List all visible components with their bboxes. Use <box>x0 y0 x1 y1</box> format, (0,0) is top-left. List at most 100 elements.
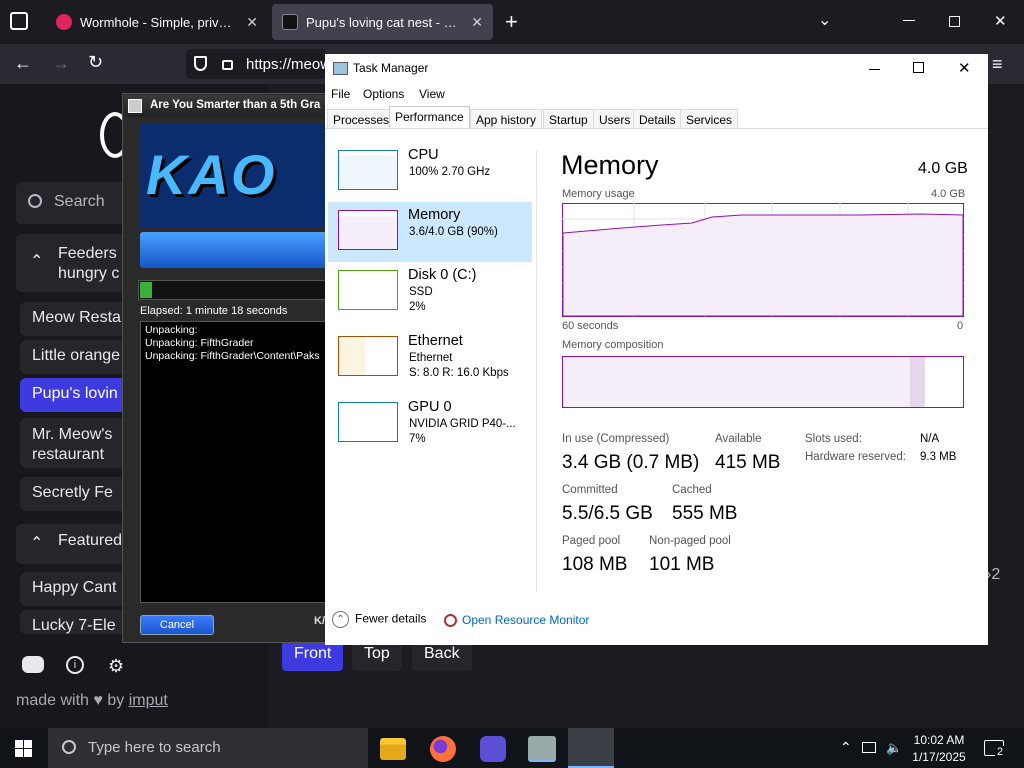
tab-performance[interactable]: Performance <box>389 106 470 129</box>
log-line: Unpacking: FifthGrader\Content\Paks <box>145 350 320 362</box>
author-link[interactable]: imput <box>129 692 168 709</box>
restore-icon[interactable] <box>949 16 960 27</box>
hw-reserved-label: Hardware reserved: <box>805 451 906 463</box>
minimize-icon[interactable] <box>903 20 915 21</box>
heart-icon: ♥ <box>93 692 103 709</box>
installer-title[interactable]: Are You Smarter than a 5th Gra <box>124 95 330 117</box>
committed-value: 5.5/6.5 GB <box>562 503 653 524</box>
installer-log[interactable]: Unpacking: Unpacking: FifthGrader Unpack… <box>140 321 330 603</box>
detail-title: Memory <box>561 150 659 180</box>
maximize-icon[interactable] <box>913 62 924 73</box>
fewer-details-button[interactable]: ⌃ Fewer details <box>332 611 426 628</box>
device-stat: 3.6/4.0 GB (90%) <box>409 226 498 238</box>
reload-icon[interactable]: ↻ <box>88 52 103 73</box>
log-line: Unpacking: <box>145 324 198 336</box>
installer-logo: KAO <box>140 124 330 228</box>
close-icon[interactable]: ✕ <box>958 59 971 77</box>
browser-tab-cat-nest[interactable]: Pupu's loving cat nest - meow.c ✕ <box>272 4 493 40</box>
volume-muted-icon[interactable]: 🔈 <box>886 740 902 756</box>
taskbar-search-placeholder: Type here to search <box>88 739 221 756</box>
close-tab-icon[interactable]: ✕ <box>246 14 258 31</box>
sidebar-divider <box>536 150 537 592</box>
network-icon[interactable] <box>862 742 876 753</box>
info-icon[interactable]: i <box>66 656 84 674</box>
search-icon <box>28 194 42 208</box>
show-hidden-icons[interactable]: ⌃ <box>840 739 852 756</box>
ethernet-thumbnail <box>338 336 398 376</box>
device-disk[interactable]: Disk 0 (C:) SSD 2% <box>328 262 532 322</box>
footer-credit: made with ♥ by imput <box>16 692 168 710</box>
cached-value: 555 MB <box>672 503 738 524</box>
device-stat: NVIDIA GRID P40-... <box>409 418 516 430</box>
tab-app-history[interactable]: App history <box>470 109 543 129</box>
device-ethernet[interactable]: Ethernet Ethernet S: 8.0 R: 16.0 Kbps <box>328 328 532 388</box>
tab-services[interactable]: Services <box>680 109 739 129</box>
cancel-button[interactable]: Cancel <box>140 615 214 635</box>
tab-overview-icon[interactable] <box>10 12 28 30</box>
tab-startup[interactable]: Startup <box>543 109 594 129</box>
menu-icon[interactable]: ≡ <box>992 54 1003 75</box>
menu-file[interactable]: File <box>331 87 350 101</box>
lock-icon[interactable] <box>222 60 233 70</box>
search-placeholder: Search <box>54 193 105 210</box>
app-icon[interactable] <box>480 736 506 762</box>
back-icon[interactable]: ← <box>14 53 32 74</box>
resource-monitor-label: Open Resource Monitor <box>462 613 590 627</box>
clock[interactable]: 10:02 AM 1/17/2025 <box>906 732 972 766</box>
tab-processes[interactable]: Processes <box>327 109 396 129</box>
open-resource-monitor-link[interactable]: Open Resource Monitor <box>444 613 590 628</box>
shield-icon[interactable] <box>194 56 207 71</box>
device-name: CPU <box>408 147 439 163</box>
taskbar-search[interactable]: Type here to search <box>48 728 368 768</box>
new-tab-button[interactable]: + <box>505 9 518 35</box>
device-memory[interactable]: Memory 3.6/4.0 GB (90%) <box>328 202 532 262</box>
minimize-icon[interactable] <box>869 69 880 70</box>
window-title: Task Manager <box>353 61 429 75</box>
device-name: Disk 0 (C:) <box>408 267 477 283</box>
nonpaged-pool-value: 101 MB <box>649 554 715 575</box>
resource-monitor-icon <box>444 614 457 628</box>
gear-icon[interactable]: ⚙ <box>108 656 124 677</box>
slots-label: Slots used: <box>805 433 862 445</box>
memory-usage-area <box>562 213 964 317</box>
device-cpu[interactable]: CPU 100% 2.70 GHz <box>328 142 532 202</box>
tab-details[interactable]: Details <box>633 109 682 129</box>
paged-pool-value: 108 MB <box>562 554 628 575</box>
forward-icon[interactable]: → <box>52 53 70 74</box>
chevron-down-icon[interactable]: ⌄ <box>818 10 831 30</box>
close-window-icon[interactable]: ✕ <box>994 12 1007 30</box>
log-line: Unpacking: FifthGrader <box>145 337 254 349</box>
composition-label: Memory composition <box>562 339 664 351</box>
cpu-thumbnail <box>338 150 398 190</box>
elapsed-text: Elapsed: 1 minute 18 seconds <box>140 305 288 317</box>
page-count-fragment[interactable]: ›2 <box>986 566 1000 584</box>
windows-start-icon[interactable] <box>15 740 32 757</box>
url-bar[interactable]: https://meow <box>186 49 331 79</box>
device-name: Ethernet <box>408 333 463 349</box>
firefox-icon[interactable] <box>430 736 456 762</box>
installer-banner-bar <box>140 232 330 268</box>
file-explorer-icon[interactable] <box>380 738 406 760</box>
close-tab-icon[interactable]: ✕ <box>471 14 483 31</box>
logo-text: KAO <box>146 143 277 206</box>
cat-icon <box>282 14 298 30</box>
gpu-thumbnail <box>338 402 398 442</box>
browser-tab-wormhole[interactable]: Wormhole - Simple, private file ✕ <box>46 4 268 40</box>
tab-users[interactable]: Users <box>593 109 637 129</box>
available-value: 415 MB <box>715 452 781 473</box>
footer-by: by <box>107 692 125 709</box>
menu-options[interactable]: Options <box>363 87 404 101</box>
device-gpu[interactable]: GPU 0 NVIDIA GRID P40-... 7% <box>328 394 532 454</box>
device-stat: SSD <box>409 286 433 298</box>
detail-total: 4.0 GB <box>918 160 968 177</box>
cached-label: Cached <box>672 484 712 496</box>
game-installer-icon[interactable] <box>528 736 556 762</box>
device-stat: 7% <box>409 433 426 445</box>
task-manager-taskbar-icon[interactable] <box>568 728 614 768</box>
device-stat: 100% 2.70 GHz <box>409 166 491 178</box>
usage-max: 4.0 GB <box>931 188 966 200</box>
footer-prefix: made with <box>16 692 89 709</box>
installer-brand: K/ <box>314 615 325 627</box>
discord-icon[interactable] <box>22 656 44 673</box>
menu-view[interactable]: View <box>419 87 445 101</box>
